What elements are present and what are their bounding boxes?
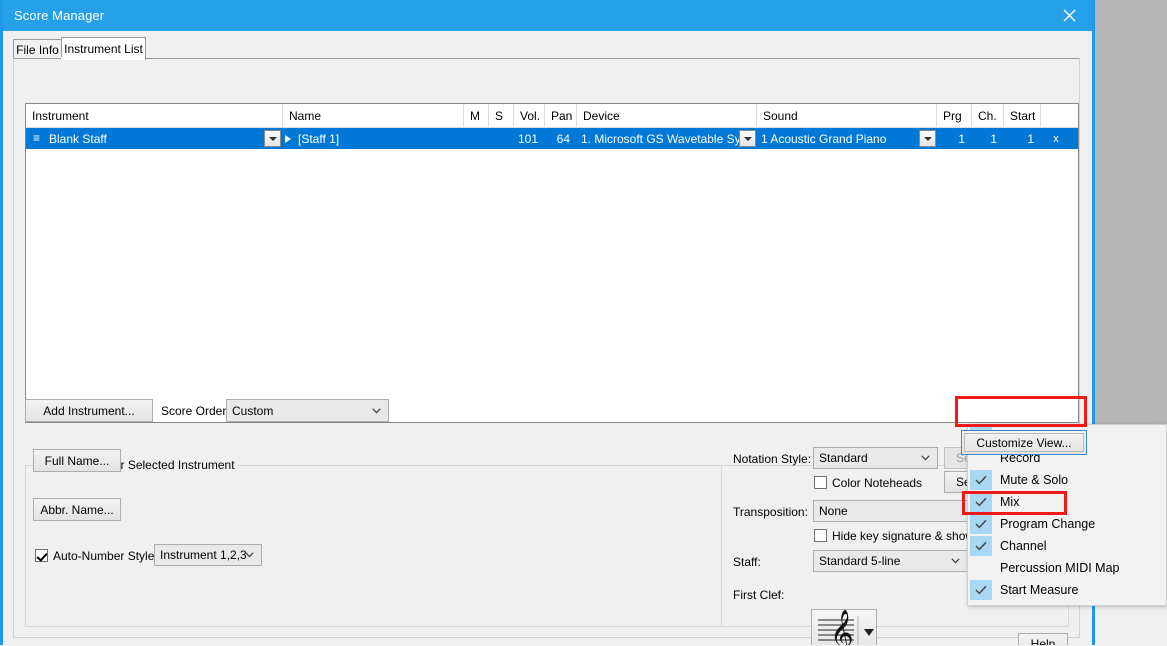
- column-header-sound[interactable]: Sound: [757, 104, 937, 128]
- close-icon[interactable]: [1046, 0, 1092, 31]
- cell-volume: 101: [514, 128, 545, 149]
- grid-header-row: Instrument Name M S Vol. Pan Device Soun…: [26, 104, 1078, 128]
- abbr-name-label: Abbr. Name...: [40, 503, 113, 517]
- checkmark-icon: [970, 514, 992, 534]
- column-header-ch[interactable]: Ch.: [972, 104, 1004, 128]
- cell-sound: 1 Acoustic Grand Piano: [761, 128, 921, 149]
- column-header-delete[interactable]: [1041, 104, 1078, 128]
- expand-staff-icon[interactable]: [285, 135, 291, 143]
- instrument-list-grid[interactable]: Instrument Name M S Vol. Pan Device Soun…: [25, 103, 1079, 423]
- chevron-down-icon: [921, 455, 930, 461]
- cell-channel: 1: [972, 128, 1004, 149]
- cell-start: 1: [1004, 128, 1041, 149]
- column-header-pan[interactable]: Pan: [545, 104, 577, 128]
- column-header-instrument[interactable]: Instrument: [26, 104, 283, 128]
- menu-item-mute-solo[interactable]: Mute & Solo: [968, 469, 1166, 491]
- transposition-value: None: [819, 504, 848, 518]
- color-noteheads-checkbox[interactable]: [814, 476, 827, 489]
- treble-clef-icon: 𝄞: [812, 610, 876, 645]
- column-header-s[interactable]: S: [489, 104, 514, 128]
- menu-item-percussion-midi-map[interactable]: Percussion MIDI Map: [968, 557, 1166, 579]
- score-order-label: Score Order:: [161, 404, 230, 418]
- column-header-m[interactable]: M: [464, 104, 489, 128]
- score-order-select[interactable]: Custom: [226, 399, 389, 422]
- group-divider: [721, 466, 722, 626]
- staff-select[interactable]: Standard 5-line: [813, 550, 968, 572]
- customize-view-button[interactable]: Customize View...: [961, 430, 1087, 455]
- delete-row-button[interactable]: x: [1041, 128, 1071, 149]
- auto-number-style-value: Instrument 1,2,3: [160, 548, 247, 562]
- cell-instrument: Blank Staff: [49, 128, 259, 149]
- full-name-label: Full Name...: [45, 454, 110, 468]
- score-order-value: Custom: [232, 404, 273, 418]
- staff-label: Staff:: [733, 555, 761, 569]
- checkmark-icon: [970, 580, 992, 600]
- column-header-start[interactable]: Start: [1004, 104, 1041, 128]
- svg-text:𝄞: 𝄞: [830, 610, 854, 645]
- checkmark-slot: [970, 558, 992, 578]
- cell-solo: [489, 128, 514, 149]
- menu-item-channel-label: Channel: [1000, 535, 1047, 557]
- transposition-label: Transposition:: [733, 505, 808, 519]
- window-title: Score Manager: [14, 8, 104, 23]
- hide-key-signature-checkbox[interactable]: [814, 529, 827, 542]
- help-label: Help: [1031, 637, 1056, 645]
- chevron-down-icon: [951, 558, 960, 564]
- column-header-prg[interactable]: Prg: [937, 104, 972, 128]
- checkmark-icon: [970, 536, 992, 556]
- tab-active-mask: [61, 57, 145, 60]
- menu-item-mute-solo-label: Mute & Solo: [1000, 469, 1068, 491]
- notation-style-select[interactable]: Standard: [813, 447, 938, 469]
- menu-item-channel[interactable]: Channel: [968, 535, 1166, 557]
- first-clef-button[interactable]: 𝄞: [811, 609, 877, 645]
- menu-item-program-change-label: Program Change: [1000, 513, 1095, 535]
- column-header-vol[interactable]: Vol.: [514, 104, 545, 128]
- menu-item-mix[interactable]: Mix: [968, 491, 1166, 513]
- checkmark-icon: [970, 492, 992, 512]
- row-drag-handle-icon[interactable]: ≡: [33, 131, 40, 145]
- cell-pan: 64: [545, 128, 577, 149]
- tab-instrument-list-label: Instrument List: [64, 42, 143, 56]
- auto-number-style-select[interactable]: Instrument 1,2,3: [154, 544, 262, 566]
- transposition-field[interactable]: None: [813, 500, 991, 522]
- sound-dropdown-button[interactable]: [919, 130, 936, 147]
- cell-device: 1. Microsoft GS Wavetable Sy...: [581, 128, 741, 149]
- auto-number-label: Auto-Number Style:: [53, 549, 158, 563]
- column-header-name[interactable]: Name: [283, 104, 464, 128]
- customize-view-label: Customize View...: [976, 436, 1071, 450]
- table-row[interactable]: ≡ Blank Staff [Staff 1] 101 64 1. Micros…: [26, 128, 1078, 149]
- cell-program: 1: [937, 128, 972, 149]
- column-header-device[interactable]: Device: [577, 104, 757, 128]
- score-manager-dialog: Score Manager File Info Instrument List …: [0, 0, 1095, 645]
- notation-style-label: Notation Style:: [733, 452, 811, 466]
- menu-item-mix-label: Mix: [1000, 491, 1019, 513]
- first-clef-label: First Clef:: [733, 588, 784, 602]
- tab-file-info-label: File Info: [16, 43, 59, 57]
- abbr-name-button[interactable]: Abbr. Name...: [33, 498, 121, 521]
- device-dropdown-button[interactable]: [739, 130, 756, 147]
- menu-item-program-change[interactable]: Program Change: [968, 513, 1166, 535]
- auto-number-checkbox[interactable]: [35, 549, 48, 562]
- chevron-down-icon: [245, 552, 254, 558]
- checkmark-icon: [970, 470, 992, 490]
- dialog-client-area: File Info Instrument List Instrument Nam…: [3, 31, 1092, 645]
- chevron-down-icon: [372, 408, 381, 414]
- cell-name: [Staff 1]: [298, 128, 458, 149]
- menu-item-percussion-midi-map-label: Percussion MIDI Map: [1000, 557, 1119, 579]
- instrument-dropdown-button[interactable]: [264, 130, 281, 147]
- menu-item-start-measure[interactable]: Start Measure: [968, 579, 1166, 601]
- tab-file-info[interactable]: File Info: [13, 39, 62, 59]
- notation-style-value: Standard: [819, 451, 868, 465]
- menu-item-start-measure-label: Start Measure: [1000, 579, 1079, 601]
- staff-value: Standard 5-line: [819, 554, 900, 568]
- hide-key-signature-label: Hide key signature & show all: [832, 529, 989, 543]
- color-noteheads-label: Color Noteheads: [832, 476, 922, 490]
- help-button[interactable]: Help: [1018, 633, 1068, 645]
- cell-mute: [464, 128, 489, 149]
- title-bar: Score Manager: [3, 0, 1092, 31]
- add-instrument-button[interactable]: Add Instrument...: [25, 399, 153, 422]
- add-instrument-label: Add Instrument...: [43, 404, 134, 418]
- full-name-button[interactable]: Full Name...: [33, 449, 121, 472]
